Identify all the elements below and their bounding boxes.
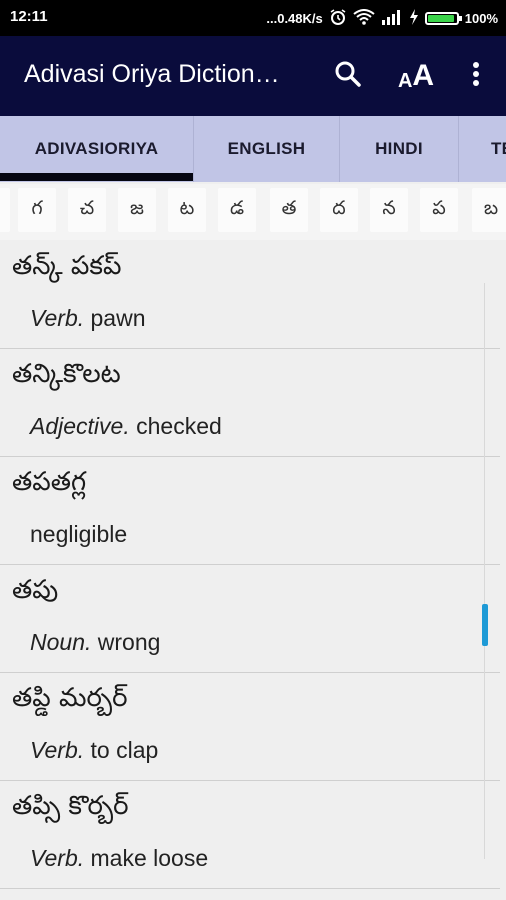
app-title: Adivasi Oriya Diction… (24, 60, 280, 88)
network-speed: ...0.48K/s (266, 11, 323, 26)
letter-button[interactable] (0, 188, 10, 232)
letter-button[interactable]: ద (320, 188, 358, 232)
entry-pos: Verb. (30, 737, 85, 763)
signal-icon (381, 9, 403, 28)
battery-percent: 100% (464, 11, 498, 26)
status-icons: ...0.48K/s 100% (266, 8, 498, 29)
search-icon (334, 60, 362, 92)
list-item[interactable]: తప్డి మర్బర్ Verb. to clap (0, 673, 500, 781)
status-time: 12:11 (10, 8, 48, 25)
letter-button[interactable]: ప (420, 188, 458, 232)
entry-pos: Noun. (30, 629, 92, 655)
app-bar: Adivasi Oriya Diction… AA (0, 36, 506, 116)
alarm-icon (329, 8, 347, 29)
entry-definition: Verb. to clap (30, 737, 158, 764)
more-vert-icon (472, 61, 480, 91)
entry-definition: negligible (30, 521, 127, 548)
more-options-button[interactable] (454, 54, 498, 98)
charging-icon (409, 9, 419, 28)
entry-word: తప్సి కొర్బర్ (12, 791, 129, 821)
entry-meaning: wrong (91, 629, 161, 655)
entry-word: తన్క్ పకప్ (12, 251, 122, 281)
font-size-icon: AA (397, 59, 435, 92)
letter-button[interactable]: జ (118, 188, 156, 232)
list-item[interactable]: తన్కికొలట Adjective. checked (0, 349, 500, 457)
entry-meaning: checked (129, 413, 222, 439)
entry-word: తపతగ్ల (12, 467, 87, 497)
letter-button[interactable]: డ (218, 188, 256, 232)
entry-meaning: negligible (30, 521, 128, 547)
entry-meaning: to clap (84, 737, 159, 763)
list-item[interactable]: తన్క్ పకప్ Verb. pawn (0, 241, 500, 349)
font-size-button[interactable]: AA (394, 54, 438, 98)
entry-definition: Adjective. checked (30, 413, 222, 440)
list-item[interactable]: తపు Noun. wrong (0, 565, 500, 673)
entry-pos: Verb. (30, 845, 85, 871)
letter-button[interactable]: గ (18, 188, 56, 232)
entry-definition: Verb. make loose (30, 845, 208, 872)
tab-hindi[interactable]: HINDI (339, 116, 458, 182)
scrollbar-track (484, 283, 485, 859)
entry-definition: Verb. pawn (30, 305, 146, 332)
letter-index-bar: గ చ జ ట డ త ద న ప బ (0, 184, 506, 240)
tab-english[interactable]: ENGLISH (193, 116, 339, 182)
scrollbar-thumb[interactable] (482, 604, 488, 646)
entry-pos: Verb. (30, 305, 85, 331)
letter-button[interactable]: ట (168, 188, 206, 232)
search-button[interactable] (326, 54, 370, 98)
entry-word: తప్డి మర్బర్ (12, 683, 128, 713)
entry-word: తపు (12, 575, 59, 605)
list-item[interactable]: తప్సి కొర్బర్ Verb. make loose (0, 781, 500, 889)
wifi-icon (353, 9, 375, 28)
tab-telugu[interactable]: TE (458, 116, 506, 182)
entry-meaning: make loose (84, 845, 209, 871)
battery-icon (424, 12, 462, 25)
entry-definition: Noun. wrong (30, 629, 160, 656)
letter-button[interactable]: త (270, 188, 308, 232)
entry-pos: Adjective. (30, 413, 130, 439)
entry-meaning: pawn (84, 305, 146, 331)
active-tab-indicator (0, 173, 193, 181)
word-list: తన్క్ పకప్ Verb. pawn తన్కికొలట Adjectiv… (0, 241, 506, 900)
list-item[interactable]: తపతగ్ల negligible (0, 457, 500, 565)
letter-button[interactable]: చ (68, 188, 106, 232)
letter-button[interactable]: బ (472, 188, 506, 232)
letter-button[interactable]: న (370, 188, 408, 232)
status-bar: 12:11 ...0.48K/s 100% (0, 0, 506, 36)
entry-word: తన్కికొలట (12, 359, 121, 389)
